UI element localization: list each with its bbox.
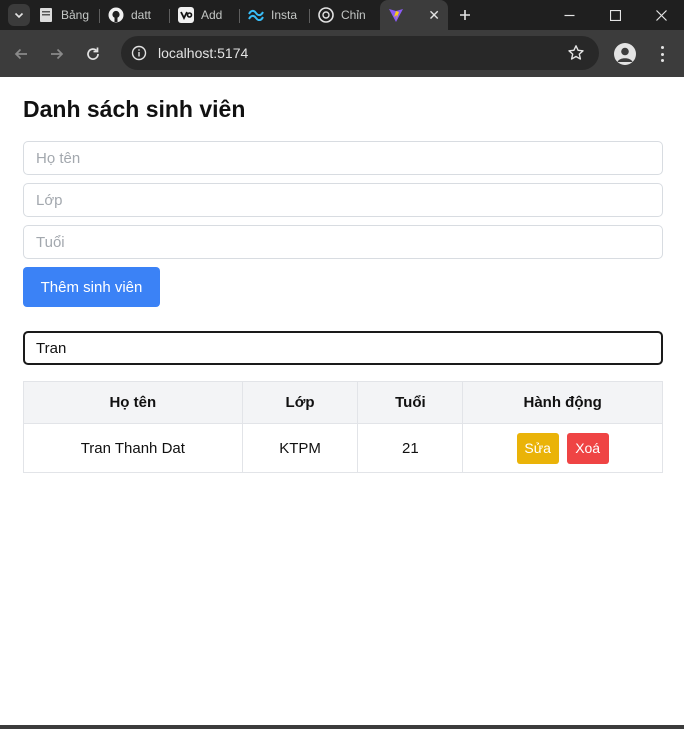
- table-row: Tran Thanh Dat KTPM 21 Sửa Xoá: [23, 423, 663, 473]
- window-bottom-border: [0, 725, 684, 729]
- browser-toolbar: localhost:5174: [0, 30, 684, 77]
- tab-label: datt: [131, 8, 152, 22]
- chevron-down-icon: [14, 12, 24, 19]
- cell-age: 21: [357, 423, 464, 473]
- chatgpt-icon: [318, 7, 334, 23]
- close-icon: [655, 9, 667, 21]
- arrow-left-icon: [14, 48, 27, 59]
- reload-icon: [87, 47, 99, 60]
- document-icon: [38, 7, 54, 23]
- new-tab-button[interactable]: [452, 2, 478, 28]
- close-tab-icon[interactable]: ✕: [428, 7, 440, 24]
- table-header-row: Họ tên Lớp Tuổi Hành động: [23, 381, 663, 424]
- tab-label: Chỉn: [341, 8, 366, 22]
- header-actions: Hành động: [462, 381, 663, 424]
- delete-button[interactable]: Xoá: [566, 432, 609, 464]
- cell-class: KTPM: [241, 423, 359, 473]
- class-field[interactable]: [23, 183, 663, 217]
- cell-name: Tran Thanh Dat: [23, 423, 243, 473]
- close-window-button[interactable]: [638, 0, 684, 30]
- maximize-icon: [609, 9, 621, 21]
- minimize-icon: [564, 14, 574, 16]
- tab-label: Insta: [271, 8, 298, 22]
- add-student-button[interactable]: Thêm sinh viên: [23, 267, 160, 307]
- tab-vercel[interactable]: Add: [170, 0, 240, 30]
- name-field[interactable]: [23, 141, 663, 175]
- page-title: Danh sách sinh viên: [23, 96, 246, 122]
- header-name: Họ tên: [23, 381, 243, 424]
- student-table: Họ tên Lớp Tuổi Hành động Tran Thanh Dat…: [23, 381, 663, 473]
- tab-chatgpt[interactable]: Chỉn: [310, 0, 380, 30]
- tab-active-vite[interactable]: ✕: [380, 0, 448, 30]
- header-class: Lớp: [241, 381, 359, 424]
- site-info-icon[interactable]: [129, 43, 149, 63]
- header-age: Tuổi: [357, 381, 464, 424]
- cell-actions: Sửa Xoá: [462, 423, 663, 473]
- vite-icon: [388, 7, 404, 23]
- tailwind-icon: [248, 7, 264, 23]
- profile-avatar-icon[interactable]: [614, 43, 636, 65]
- age-field[interactable]: [23, 225, 663, 259]
- minimize-button[interactable]: [546, 0, 592, 30]
- edit-button[interactable]: Sửa: [516, 432, 559, 464]
- url-text: localhost:5174: [158, 45, 249, 61]
- tab-label: Add: [201, 8, 223, 22]
- tab-github[interactable]: datt: [100, 0, 170, 30]
- search-input[interactable]: [23, 331, 663, 365]
- maximize-button[interactable]: [592, 0, 638, 30]
- page-content: Danh sách sinh viên Thêm sinh viên Họ tê…: [0, 77, 684, 729]
- browser-tab-strip: Bảng datt Add Insta Chỉn ✕: [0, 0, 684, 30]
- bookmark-star-icon[interactable]: [567, 44, 585, 67]
- tab-tailwind[interactable]: Insta: [240, 0, 310, 30]
- tab-bang[interactable]: Bảng: [30, 0, 100, 30]
- forward-button[interactable]: [42, 39, 72, 69]
- reload-button[interactable]: [78, 39, 108, 69]
- back-button[interactable]: [6, 39, 36, 69]
- address-bar[interactable]: localhost:5174: [121, 36, 599, 70]
- vercel-icon: [178, 7, 194, 23]
- arrow-right-icon: [51, 48, 64, 59]
- github-icon: [108, 7, 124, 23]
- browser-menu-icon[interactable]: [656, 44, 668, 64]
- tab-search-button[interactable]: [8, 4, 30, 26]
- tab-label: Bảng: [61, 8, 90, 22]
- plus-icon: [460, 10, 470, 20]
